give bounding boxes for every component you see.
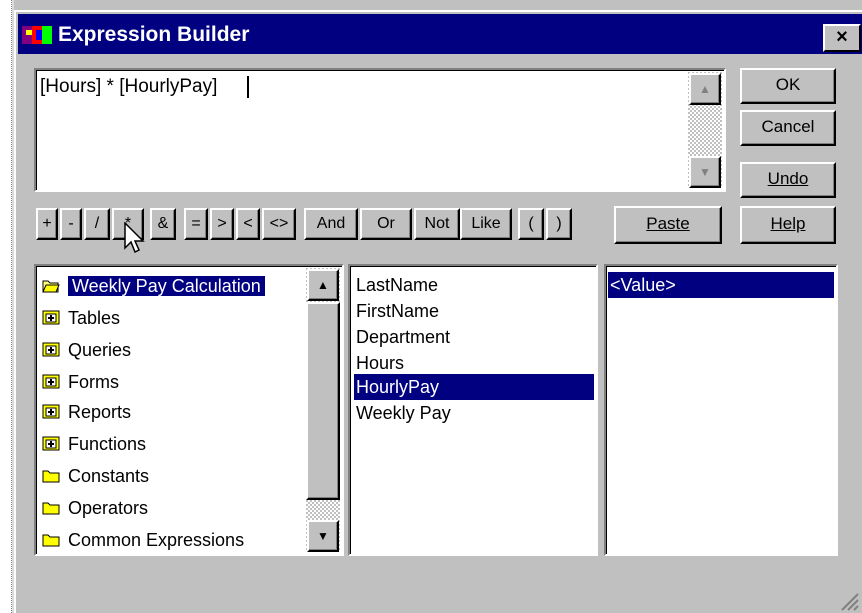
expand-folder-icon <box>42 374 60 389</box>
desktop-edge <box>0 0 12 613</box>
tree-item-reports[interactable]: Reports <box>42 398 131 426</box>
value-list[interactable] <box>604 264 838 556</box>
tree-item-tables[interactable]: Tables <box>42 304 120 332</box>
ok-button[interactable]: OK <box>740 68 836 104</box>
tree-item-weekly-pay-calculation[interactable]: Weekly Pay Calculation <box>42 272 265 300</box>
app-icon <box>22 26 52 44</box>
folder-icon <box>42 534 60 547</box>
operator-or-button[interactable]: Or <box>360 208 412 240</box>
operator-concat-button[interactable]: & <box>150 208 176 240</box>
operator-equals-button[interactable]: = <box>184 208 208 240</box>
operator-not-equal-button[interactable]: <> <box>262 208 296 240</box>
folder-icon <box>42 470 60 483</box>
list-item[interactable]: FirstName <box>354 298 594 324</box>
tree-item-label: Queries <box>68 340 132 360</box>
tree-item-label: Constants <box>68 466 150 486</box>
list-item[interactable]: Department <box>354 324 594 350</box>
operator-plus-button[interactable]: + <box>36 208 58 240</box>
operator-divide-button[interactable]: / <box>84 208 110 240</box>
mouse-pointer-icon <box>124 222 145 254</box>
resize-grip-icon[interactable] <box>838 590 860 612</box>
tree-item-label: Forms <box>68 372 119 392</box>
window-title: Expression Builder <box>58 23 250 46</box>
operator-close-paren-button[interactable]: ) <box>546 208 572 240</box>
operator-not-button[interactable]: Not <box>414 208 460 240</box>
tree-scroll-up-button[interactable]: ▲ <box>307 269 339 301</box>
scroll-up-button[interactable]: ▲ <box>689 73 721 105</box>
list-item[interactable]: Hours <box>354 350 594 376</box>
operator-less-button[interactable]: < <box>236 208 260 240</box>
tree-scroll-thumb[interactable] <box>306 302 340 500</box>
scroll-down-button[interactable]: ▼ <box>689 156 721 188</box>
expand-folder-icon <box>42 342 60 357</box>
tree-item-label: Tables <box>68 308 121 328</box>
folder-icon <box>42 502 60 515</box>
operator-greater-button[interactable]: > <box>210 208 234 240</box>
tree-item-queries[interactable]: Queries <box>42 336 131 364</box>
tree-item-label: Functions <box>68 434 147 454</box>
operator-and-button[interactable]: And <box>304 208 358 240</box>
help-button[interactable]: Help <box>740 206 836 244</box>
tree-item-operators[interactable]: Operators <box>42 494 148 522</box>
tree-item-label: Weekly Pay Calculation <box>68 276 265 296</box>
expression-text[interactable]: [Hours] * [HourlyPay] <box>40 74 217 100</box>
paste-button[interactable]: Paste <box>614 206 722 244</box>
open-folder-icon <box>42 280 60 293</box>
expand-folder-icon <box>42 404 60 419</box>
tree-item-common-expressions[interactable]: Common Expressions <box>42 526 244 554</box>
close-button[interactable]: × <box>823 24 861 52</box>
tree-item-label: Common Expressions <box>68 530 245 550</box>
list-item[interactable]: LastName <box>354 272 594 298</box>
list-item-selected[interactable]: HourlyPay <box>354 374 594 400</box>
tree-item-label: Reports <box>68 402 132 422</box>
operator-open-paren-button[interactable]: ( <box>518 208 544 240</box>
operator-like-button[interactable]: Like <box>460 208 512 240</box>
tree-scroll-down-button[interactable]: ▼ <box>307 520 339 552</box>
undo-button[interactable]: Undo <box>740 162 836 198</box>
tree-item-label: Operators <box>68 498 149 518</box>
tree-item-functions[interactable]: Functions <box>42 430 146 458</box>
cancel-button[interactable]: Cancel <box>740 110 836 146</box>
text-caret <box>247 76 249 98</box>
operator-minus-button[interactable]: - <box>60 208 82 240</box>
expand-folder-icon <box>42 310 60 325</box>
tree-item-constants[interactable]: Constants <box>42 462 149 490</box>
tree-item-forms[interactable]: Forms <box>42 368 119 396</box>
list-item-selected[interactable]: <Value> <box>608 272 834 298</box>
list-item[interactable]: Weekly Pay <box>354 400 594 426</box>
expand-folder-icon <box>42 436 60 451</box>
